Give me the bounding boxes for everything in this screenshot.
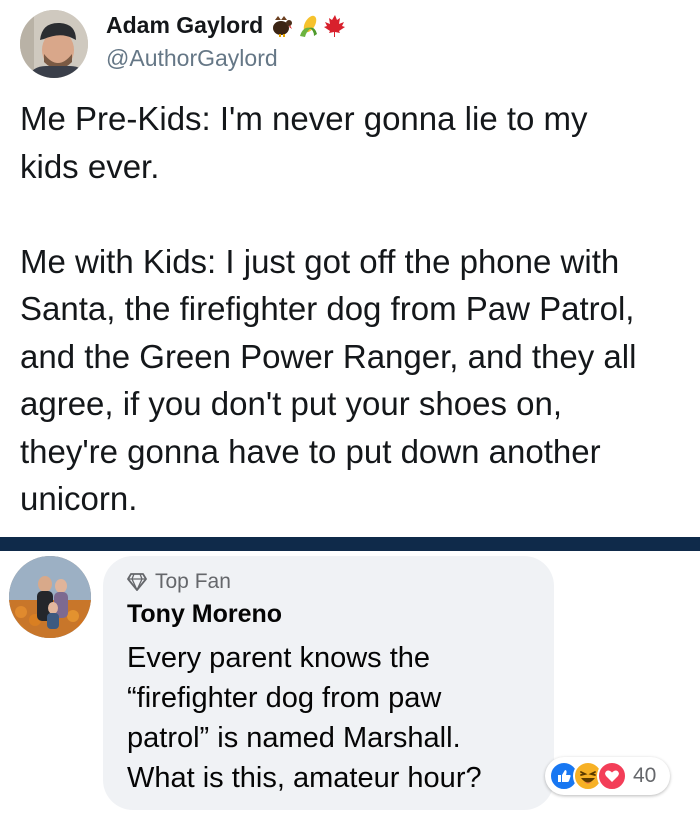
tweet-author-handle[interactable]: @AuthorGaylord [106,45,278,72]
diamond-icon [127,573,147,591]
tweet-author-avatar[interactable] [20,10,88,78]
comment-bubble: Top Fan Tony Moreno Every parent knows t… [103,556,554,810]
tweet-author-name[interactable]: Adam Gaylord [106,12,263,39]
corn-icon [300,15,318,37]
turkey-icon [273,15,293,37]
badge-label: Top Fan [155,570,231,593]
maple-leaf-icon [324,14,346,37]
commenter-name[interactable]: Tony Moreno [127,600,282,629]
tweet-text: Me Pre-Kids: I'm never gonna lie to my k… [20,100,637,517]
top-fan-badge[interactable]: Top Fan [127,570,231,594]
name-emoji-group [271,14,347,38]
tweet-card: Adam Gaylord @AuthorGaylord Me Pre-Kids:… [0,0,700,537]
reaction-summary[interactable]: 40 [545,757,671,795]
reaction-count: 40 [633,764,657,787]
love-icon [597,761,627,791]
comment-text: Every parent knows the “firefighter dog … [127,642,482,794]
section-divider [0,537,700,551]
commenter-avatar[interactable] [9,556,91,638]
